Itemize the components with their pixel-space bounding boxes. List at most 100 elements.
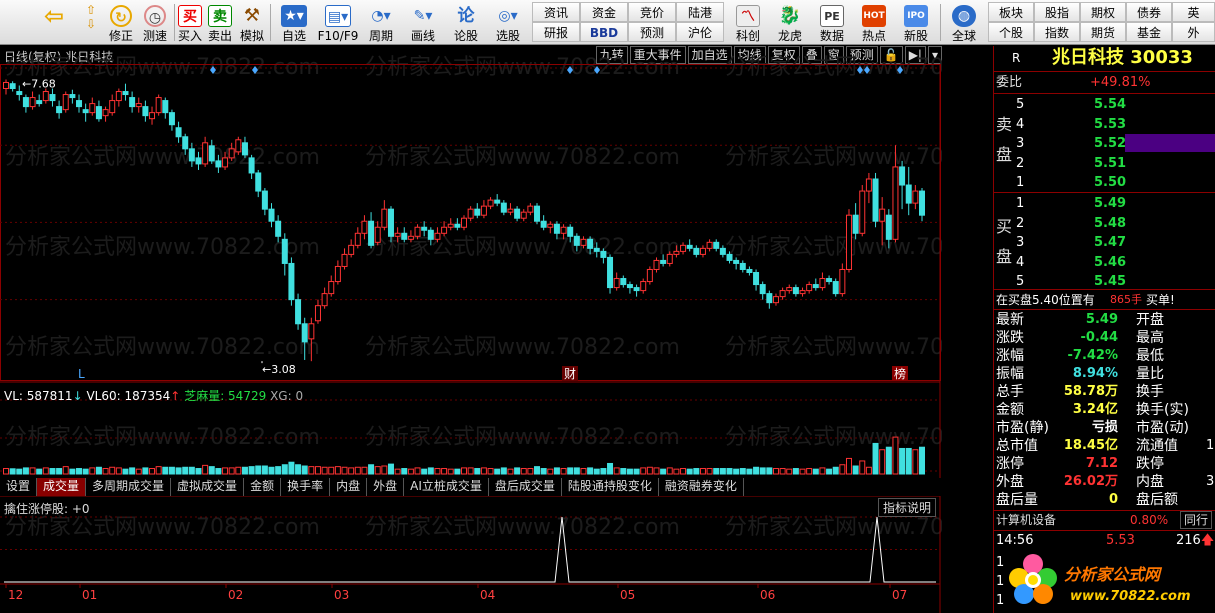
- auction-button[interactable]: 竞价: [628, 2, 676, 22]
- forex-button[interactable]: 外: [1172, 22, 1215, 42]
- simulate-button[interactable]: ⚒ 模拟: [238, 0, 266, 44]
- buy-price[interactable]: 5.49: [1094, 195, 1126, 213]
- uk-button[interactable]: 英: [1172, 2, 1215, 22]
- candle-body: [613, 278, 620, 289]
- logo-url: www.70822.com: [1070, 589, 1191, 604]
- stat-label: 涨停: [996, 456, 1024, 472]
- candle-body: [407, 235, 414, 240]
- global-button[interactable]: ◍ 全球: [944, 0, 984, 44]
- scroll-buttons[interactable]: ⇧ ⇩: [80, 0, 102, 44]
- watchlist-button[interactable]: ★▾ 自选: [274, 0, 314, 44]
- sell-button[interactable]: 卖 卖出: [206, 0, 234, 44]
- vl-arrow: ↓: [72, 389, 83, 403]
- dragon-tiger-button[interactable]: 🐉 龙虎: [772, 0, 808, 44]
- stat-label: 总手: [996, 384, 1024, 400]
- news-button[interactable]: 资讯: [532, 2, 580, 22]
- candle-body: [500, 202, 507, 213]
- volume-bar: [42, 467, 49, 475]
- candle-body: [235, 139, 242, 153]
- candle-body: [806, 284, 813, 292]
- research-button[interactable]: 研报: [532, 22, 580, 42]
- sell-price[interactable]: 5.54: [1094, 96, 1126, 114]
- speed-test-button[interactable]: ◷ 测速: [138, 0, 172, 44]
- sell-price[interactable]: 5.51: [1094, 155, 1126, 173]
- dragon-tiger-label: 龙虎: [777, 29, 802, 43]
- tab-amount[interactable]: 金额: [244, 478, 282, 496]
- volume-bar: [228, 467, 235, 475]
- f10-button[interactable]: ▤▾ F10/F9: [316, 0, 360, 44]
- hk-connect-button[interactable]: 陆港: [676, 2, 724, 22]
- volume-bar: [202, 464, 209, 475]
- candle-body: [686, 244, 693, 249]
- volume-bar: [348, 467, 355, 475]
- stock-picker-button[interactable]: ◎▾ 选股: [488, 0, 528, 44]
- volume-bar: [613, 467, 620, 475]
- fund-button[interactable]: 基金: [1126, 22, 1172, 42]
- sell-price[interactable]: 5.52: [1094, 135, 1126, 153]
- buy-price[interactable]: 5.46: [1094, 254, 1126, 272]
- shanghai-london-button[interactable]: 沪伦: [676, 22, 724, 42]
- candle-body: [514, 208, 521, 219]
- candle-body: [706, 241, 713, 249]
- sell-price[interactable]: 5.53: [1094, 116, 1126, 134]
- candle-body: [248, 157, 255, 174]
- tab-ai-volume[interactable]: AI立桩成交量: [404, 478, 489, 496]
- tab-outer[interactable]: 外盘: [367, 478, 405, 496]
- watermark-text: 分析家公式网www.70822.com: [365, 515, 680, 540]
- tab-multi-period-volume[interactable]: 多周期成交量: [86, 478, 172, 496]
- new-stock-button[interactable]: IPO 新股: [898, 0, 934, 44]
- draw-line-button[interactable]: ✎▾ 画线: [404, 0, 442, 44]
- candle-body: [162, 100, 169, 114]
- volume-bar: [281, 464, 288, 475]
- bonds-button[interactable]: 债券: [1126, 2, 1172, 22]
- data-button[interactable]: PE 数据: [814, 0, 850, 44]
- volume-bar: [845, 457, 852, 475]
- forecast-button[interactable]: 预测: [628, 22, 676, 42]
- candle-body: [799, 290, 806, 295]
- indicator-help-button[interactable]: 指标说明: [878, 498, 937, 517]
- tab-settings[interactable]: 设置: [0, 478, 38, 496]
- stock-index-button[interactable]: 股指: [1034, 2, 1080, 22]
- candle-body: [447, 223, 454, 228]
- volume-bar: [699, 468, 706, 475]
- futures-button[interactable]: 期货: [1080, 22, 1126, 42]
- discuss-button[interactable]: 论 论股: [448, 0, 484, 44]
- sell-price[interactable]: 5.50: [1094, 174, 1126, 192]
- buy-price[interactable]: 5.48: [1094, 215, 1126, 233]
- star-market-button[interactable]: 〽 科创: [730, 0, 766, 44]
- sell-icon: 卖: [208, 5, 232, 27]
- tab-virtual-volume[interactable]: 虚拟成交量: [171, 478, 245, 496]
- volume-bar: [241, 466, 248, 475]
- candle-body: [739, 262, 746, 270]
- volume-bar: [547, 468, 554, 475]
- tab-inner[interactable]: 内盘: [330, 478, 368, 496]
- tab-northbound-holdings[interactable]: 陆股通持股变化: [562, 478, 659, 496]
- fix-button[interactable]: ↻ 修正: [104, 0, 138, 44]
- peers-button[interactable]: 同行: [1180, 511, 1213, 529]
- candle-body: [215, 160, 222, 168]
- tab-volume[interactable]: 成交量: [37, 478, 87, 496]
- bbd-button[interactable]: BBD: [580, 22, 628, 42]
- vl60-value: VL60: 187354: [86, 389, 171, 403]
- back-button[interactable]: ⇦: [38, 0, 70, 44]
- tab-after-hours-volume[interactable]: 盘后成交量: [489, 478, 562, 496]
- period-button[interactable]: ◔▾ 周期: [362, 0, 400, 44]
- single-stock-button[interactable]: 个股: [988, 22, 1034, 42]
- buy-price[interactable]: 5.47: [1094, 234, 1126, 252]
- buy-button[interactable]: 买 买入: [176, 0, 204, 44]
- volume-bar: [334, 466, 341, 475]
- tab-margin-change[interactable]: 融资融券变化: [659, 478, 744, 496]
- tab-turnover[interactable]: 换手率: [281, 478, 331, 496]
- index-button[interactable]: 指数: [1034, 22, 1080, 42]
- sector-name[interactable]: 计算机设备: [996, 511, 1056, 529]
- x-axis-label: 12: [8, 588, 23, 602]
- funds-button[interactable]: 资金: [580, 2, 628, 22]
- sector-button[interactable]: 板块: [988, 2, 1034, 22]
- volume-bar: [62, 466, 69, 475]
- candle-body: [912, 190, 919, 204]
- options-button[interactable]: 期权: [1080, 2, 1126, 22]
- down-arrow-icon[interactable]: ⇩: [80, 17, 102, 31]
- position-text: 在买盘5.40位置有: [996, 293, 1095, 307]
- hotspot-button[interactable]: HOT 热点: [856, 0, 892, 44]
- up-arrow-icon[interactable]: ⇧: [80, 3, 102, 17]
